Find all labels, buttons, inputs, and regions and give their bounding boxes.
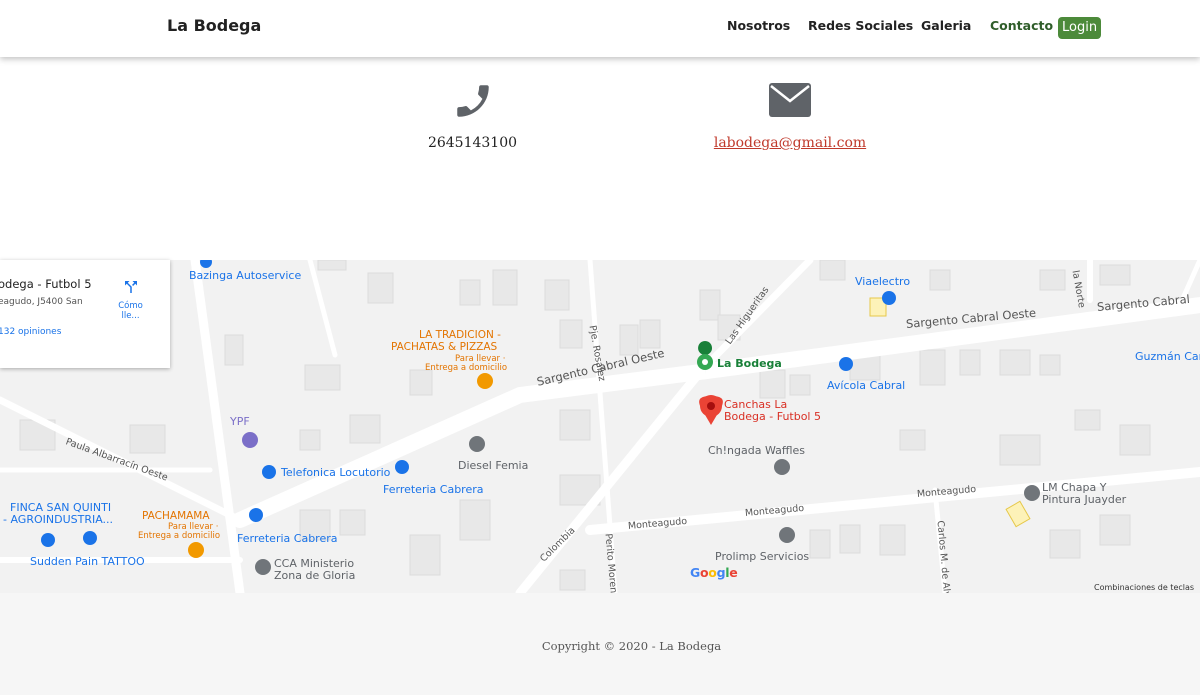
- place-label[interactable]: La Bodega: [717, 357, 782, 370]
- place-label[interactable]: Bazinga Autoservice: [189, 269, 301, 282]
- place-info-card: odega - Futbol 5 eagudo, J5400 San 132 o…: [0, 260, 170, 368]
- place-label[interactable]: PACHATAS & PIZZAS: [391, 341, 497, 353]
- place-label[interactable]: YPF: [230, 415, 250, 428]
- nav-link-redes-sociales[interactable]: Redes Sociales: [808, 18, 913, 33]
- place-label[interactable]: Ferreteria Cabrera: [383, 483, 483, 496]
- directions-label: Cómo lle...: [118, 301, 143, 321]
- phone-number: 2645143100: [427, 135, 518, 151]
- brand-link[interactable]: La Bodega: [167, 16, 261, 35]
- google-logo: Google: [690, 565, 738, 580]
- place-sublabel: Entrega a domicilio: [425, 363, 508, 373]
- reviews-link[interactable]: 132 opiniones: [0, 327, 61, 337]
- footer: Copyright © 2020 - La Bodega: [0, 593, 1200, 695]
- copyright-text: Copyright © 2020 - La Bodega: [541, 639, 722, 653]
- place-label[interactable]: Pintura Juayder: [1042, 493, 1126, 506]
- place-label[interactable]: Diesel Femia: [458, 459, 528, 472]
- place-label[interactable]: Telefonica Locutorio: [281, 466, 390, 479]
- place-label[interactable]: Avícola Cabral: [827, 379, 905, 392]
- email-link[interactable]: labodega@gmail.com: [700, 135, 880, 151]
- place-label[interactable]: Guzmán Car: [1135, 350, 1200, 363]
- place-label[interactable]: Viaelectro: [855, 275, 910, 288]
- place-label[interactable]: Ch!ngada Waffles: [708, 444, 805, 457]
- nav-link-contacto[interactable]: Contacto: [990, 18, 1053, 33]
- keyboard-shortcuts-link[interactable]: Combinaciones de teclas: [1094, 583, 1194, 592]
- phone-icon: [452, 80, 494, 126]
- place-label[interactable]: LA TRADICION -: [419, 329, 501, 341]
- place-title[interactable]: odega - Futbol 5: [0, 277, 92, 291]
- directions-button[interactable]: Cómo lle...: [108, 278, 153, 321]
- nav-link-nosotros[interactable]: Nosotros: [727, 18, 790, 33]
- embedded-map[interactable]: Sargento Cabral Oeste Sargento Cabral Oe…: [0, 260, 1200, 593]
- place-label[interactable]: Bodega - Futbol 5: [724, 410, 821, 423]
- place-sublabel: Entrega a domicilio: [138, 531, 221, 541]
- envelope-icon: [769, 83, 811, 121]
- place-label[interactable]: PACHAMAMA: [142, 510, 210, 522]
- place-address: eagudo, J5400 San: [0, 297, 83, 307]
- place-label[interactable]: Ferreteria Cabrera: [237, 532, 337, 545]
- login-button[interactable]: Login: [1058, 17, 1102, 39]
- nav-link-galeria[interactable]: Galeria: [921, 18, 971, 33]
- place-label[interactable]: Sudden Pain TATTOO: [30, 555, 145, 568]
- navbar: La Bodega Nosotros Redes Sociales Galeri…: [0, 0, 1200, 57]
- place-label[interactable]: Prolimp Servicios: [715, 550, 809, 563]
- directions-icon: [124, 281, 137, 293]
- place-label[interactable]: Zona de Gloria: [274, 569, 355, 582]
- place-label[interactable]: - AGROINDUSTRIA...: [3, 513, 113, 526]
